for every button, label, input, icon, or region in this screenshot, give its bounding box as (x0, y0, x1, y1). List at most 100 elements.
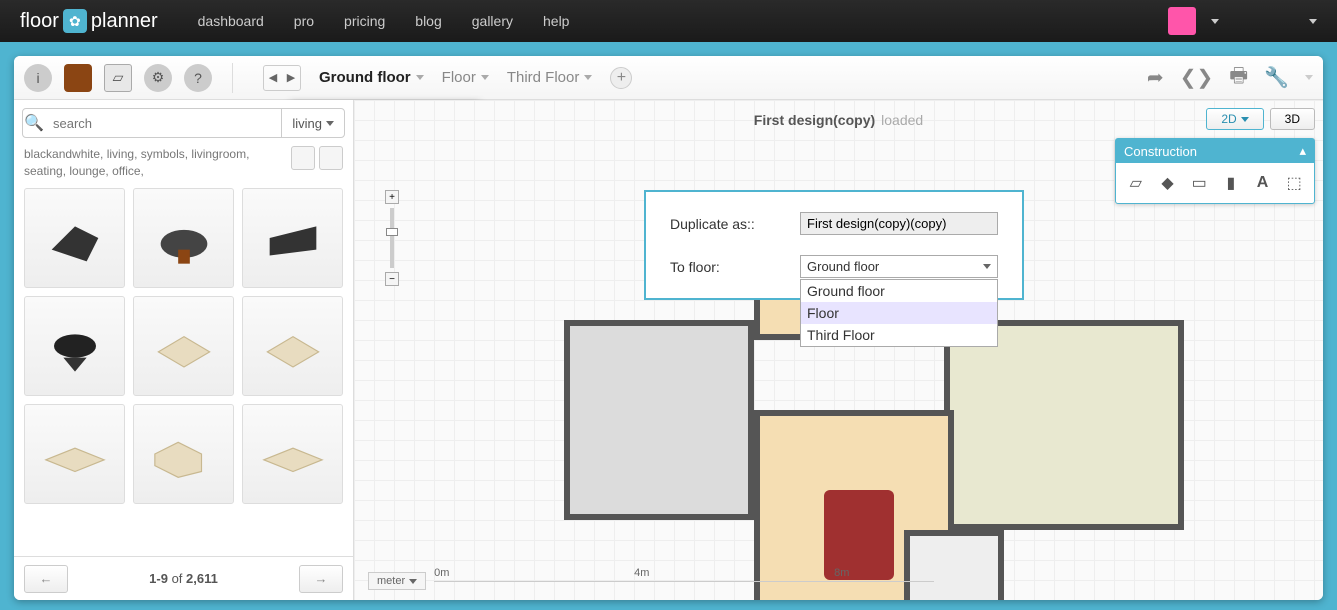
duplicate-modal: Duplicate as:: To floor: Ground floor Gr… (644, 190, 1024, 300)
joystick-icon[interactable]: ⚙ (144, 64, 172, 92)
chevron-down-icon (326, 121, 334, 126)
list-item[interactable] (24, 188, 125, 288)
zoom-control: + − (384, 190, 400, 286)
panel-header[interactable]: Construction ▴ (1116, 139, 1314, 163)
zoom-out-button[interactable]: − (385, 272, 399, 286)
nav-pricing[interactable]: pricing (344, 13, 385, 29)
collapse-icon: ▴ (1299, 143, 1306, 159)
construction-panel: Construction ▴ ▱ ◆ ▭ ▮ A ⬚ (1115, 138, 1315, 204)
stage: i ▱ ⚙ ? ◀ ▶ Ground floor Floor Third Flo… (14, 56, 1323, 600)
text-tool-icon[interactable]: A (1249, 169, 1277, 197)
logo-text-b: planner (91, 10, 158, 33)
add-floor-button[interactable]: + (610, 67, 632, 89)
floor-tab-label: Third Floor (507, 69, 580, 86)
help-icon[interactable]: ? (184, 64, 212, 92)
chevron-down-icon (416, 75, 424, 80)
prev-floor-button[interactable]: ◀ (264, 66, 282, 90)
zoom-handle[interactable] (386, 228, 398, 236)
export-icon[interactable]: ➦ (1147, 65, 1164, 90)
floor-tab-label: Floor (442, 69, 476, 86)
floor-options: Ground floor Floor Third Floor (800, 279, 998, 347)
dimension-tool-icon[interactable]: ⬚ (1280, 169, 1308, 197)
share-icon[interactable]: ❮❯ (1180, 65, 1214, 90)
photo-icon[interactable]: ▱ (104, 64, 132, 92)
unit-select[interactable]: meter (368, 572, 426, 590)
chevron-down-icon (1241, 117, 1249, 122)
print-icon[interactable]: 🖶 (1229, 61, 1248, 95)
ruler: meter 0m 4m 8m (368, 570, 934, 592)
dup-name-input[interactable] (800, 212, 998, 235)
floor-select-value: Ground floor (807, 259, 879, 274)
furniture-grid (14, 188, 353, 504)
zoom-in-button[interactable]: + (385, 190, 399, 204)
lang-caret-icon[interactable] (1309, 19, 1317, 24)
nav-blog[interactable]: blog (415, 13, 441, 29)
user-nav (1168, 7, 1317, 35)
design-title: First design(copy)loaded (754, 112, 923, 128)
info-icon[interactable]: i (24, 64, 52, 92)
door-tool-icon[interactable]: ▮ (1217, 169, 1245, 197)
list-item[interactable] (24, 404, 125, 504)
view-buttons: 2D 3D (1206, 108, 1315, 130)
top-nav: floor ✿ planner dashboard pro pricing bl… (0, 0, 1337, 42)
library-panel: 🔍 living blackandwhite, living, symbols,… (14, 100, 354, 600)
filter-label: living (292, 116, 322, 131)
settings-icon[interactable]: 🔧 (1264, 65, 1289, 90)
view-top-button[interactable] (319, 146, 343, 170)
logo[interactable]: floor ✿ planner (20, 9, 158, 33)
floor-tab-third[interactable]: Third Floor (507, 69, 593, 86)
floor-option[interactable]: Ground floor (801, 280, 997, 302)
floor-tool-icon[interactable]: ◆ (1154, 169, 1182, 197)
nav-gallery[interactable]: gallery (472, 13, 513, 29)
wall-tool-icon[interactable]: ▱ (1122, 169, 1150, 197)
list-item[interactable] (242, 296, 343, 396)
floor-option[interactable]: Third Floor (801, 324, 997, 346)
room-kitchen[interactable] (564, 320, 754, 520)
chevron-down-icon (584, 75, 592, 80)
list-item[interactable] (24, 296, 125, 396)
prev-page-button[interactable]: ← (24, 565, 68, 593)
zoom-slider[interactable] (390, 208, 394, 268)
view-3d-button[interactable]: 3D (1270, 108, 1315, 130)
canvas[interactable]: First design(copy)loaded + − Duplicate a… (354, 100, 1323, 600)
search-input[interactable] (45, 116, 281, 131)
search-filter[interactable]: living (281, 109, 344, 137)
list-item[interactable] (133, 404, 234, 504)
ruler-mark: 8m (834, 567, 849, 579)
search-row: 🔍 living (22, 108, 345, 138)
view-2d-button[interactable]: 2D (1206, 108, 1263, 130)
list-item[interactable] (242, 404, 343, 504)
floor-nav: ◀ ▶ Ground floor Floor Third Floor + ✔ F… (263, 65, 632, 91)
floor-tab-floor[interactable]: Floor (442, 69, 489, 86)
next-page-button[interactable]: → (299, 565, 343, 593)
toolbar: i ▱ ⚙ ? ◀ ▶ Ground floor Floor Third Flo… (14, 56, 1323, 100)
nav-pro[interactable]: pro (294, 13, 314, 29)
panel-title: Construction (1124, 144, 1197, 159)
tag-row: blackandwhite, living, symbols, livingro… (14, 146, 353, 188)
room-living[interactable] (944, 320, 1184, 530)
pager-text: 1-9 of 2,611 (149, 571, 218, 586)
floor-option[interactable]: Floor (801, 302, 997, 324)
settings-caret-icon[interactable] (1305, 75, 1313, 80)
floor-label: To floor: (670, 259, 780, 275)
furniture-icon[interactable] (64, 64, 92, 92)
list-item[interactable] (133, 296, 234, 396)
floor-tab-ground[interactable]: Ground floor (319, 69, 424, 86)
nav-help[interactable]: help (543, 13, 569, 29)
next-floor-button[interactable]: ▶ (282, 66, 300, 90)
list-item[interactable] (242, 188, 343, 288)
list-item[interactable] (133, 188, 234, 288)
chevron-down-icon (481, 75, 489, 80)
window-tool-icon[interactable]: ▭ (1185, 169, 1213, 197)
user-menu-caret-icon[interactable] (1211, 19, 1219, 24)
ruler-mark: 4m (634, 567, 649, 579)
chevron-down-icon (983, 264, 991, 269)
floor-tab-label: Ground floor (319, 69, 411, 86)
tags-text[interactable]: blackandwhite, living, symbols, livingro… (24, 146, 274, 180)
view-3d-button[interactable] (291, 146, 315, 170)
logo-icon: ✿ (63, 9, 87, 33)
nav-dashboard[interactable]: dashboard (198, 13, 264, 29)
floor-select[interactable]: Ground floor (800, 255, 998, 278)
nav-links: dashboard pro pricing blog gallery help (198, 13, 570, 29)
avatar[interactable] (1168, 7, 1196, 35)
